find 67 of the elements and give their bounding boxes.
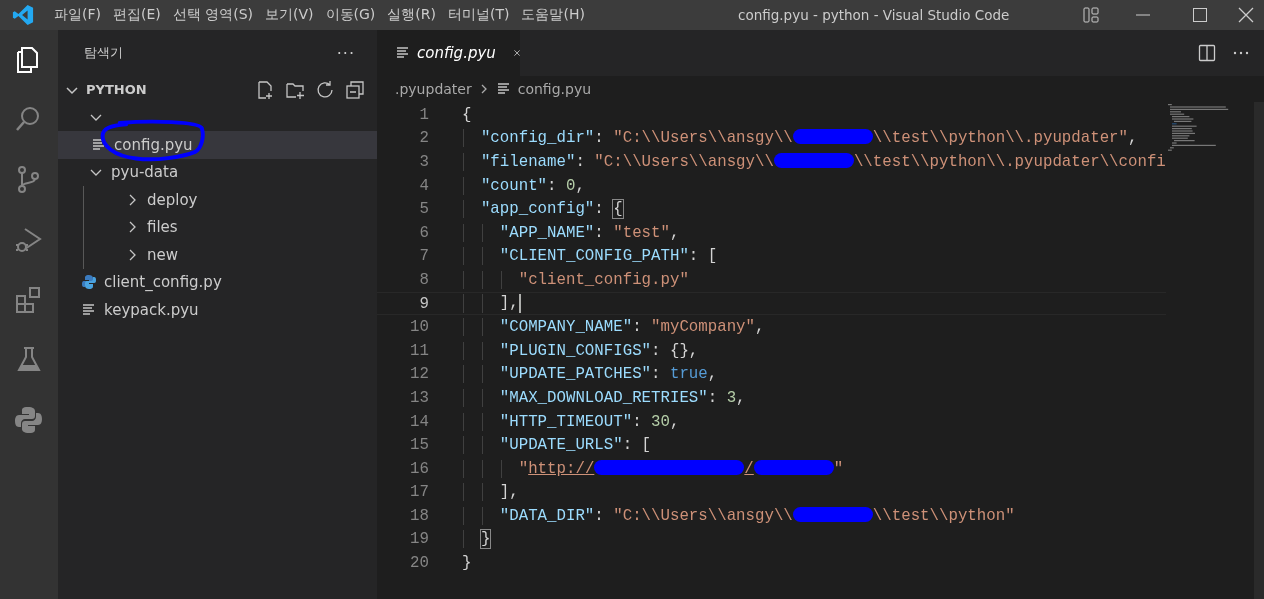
code-text: "MAX_DOWNLOAD_RETRIES": 3,: [498, 388, 746, 407]
code-text: ": [833, 459, 844, 478]
line-number: 2: [418, 129, 429, 148]
line-number: 11: [409, 341, 429, 360]
line-number: 15: [409, 436, 429, 455]
line-number: 8: [418, 270, 429, 289]
window-title: config.pyu - python - Visual Studio Code: [738, 7, 1010, 23]
menu-item[interactable]: 보기(V): [259, 6, 320, 24]
code-text: "filename": "C:\\Users\\ansgy\\: [479, 153, 774, 171]
line-number: 12: [409, 365, 429, 384]
code-text: "PLUGIN_CONFIGS": {},: [498, 341, 699, 360]
sidebar-title: 탐색기: [84, 44, 123, 62]
code-text: "COMPANY_NAME": "myCompany",: [498, 318, 765, 337]
code-text: "client_config.py": [517, 270, 689, 289]
menu-item[interactable]: 편집(E): [107, 6, 167, 24]
menu-item[interactable]: 선택 영역(S): [166, 6, 260, 24]
line-number: 10: [409, 318, 429, 337]
code-text: "UPDATE_PATCHES": true,: [498, 365, 718, 384]
line-number: 4: [418, 176, 429, 195]
tree-item[interactable]: keypack.pyu: [58, 296, 377, 324]
tree-item[interactable]: files: [84, 213, 377, 241]
code-text: \\test\\python\\.pyupdater",: [872, 129, 1138, 148]
tree-item[interactable]: config.pyu: [58, 131, 377, 159]
code-text: /: [744, 459, 754, 478]
line-number: 17: [409, 483, 429, 502]
breadcrumb-item[interactable]: .pyupdater: [395, 81, 472, 97]
code-text: ],: [498, 294, 519, 314]
tree-item[interactable]: new: [84, 241, 377, 269]
code-text: "CLIENT_CONFIG_PATH": [: [498, 247, 718, 266]
code-text: "app_config": {: [479, 200, 623, 219]
folder-section-header[interactable]: PYTHON: [58, 76, 377, 104]
editor-tab[interactable]: config.pyu: [377, 30, 520, 76]
line-number: 18: [409, 506, 429, 525]
line-number: 7: [418, 247, 429, 266]
tree-item[interactable]: pyu-data: [58, 158, 377, 186]
line-number: 1: [418, 105, 429, 124]
line-number: 6: [418, 223, 429, 242]
menu-item[interactable]: 이동(G): [319, 6, 382, 24]
code-text: "count": 0,: [479, 176, 585, 195]
more-actions[interactable]: ···: [336, 43, 355, 63]
line-number: 5: [418, 200, 429, 219]
code-text: ],: [498, 483, 519, 502]
tree-item[interactable]: deploy: [84, 186, 377, 214]
tree-item[interactable]: client_config.py: [58, 268, 377, 296]
code-text: "config_dir": "C:\\Users\\ansgy\\: [479, 129, 793, 148]
line-number: 9: [418, 294, 429, 313]
menu-item[interactable]: 실행(R): [381, 6, 442, 24]
menu-item[interactable]: 도움말(H): [515, 6, 591, 24]
code-text: \\test\\python": [872, 506, 1015, 525]
code-text: "UPDATE_URLS": [: [498, 436, 652, 455]
code-text: "http://: [517, 459, 595, 478]
code-text: }: [479, 530, 491, 549]
line-number: 13: [409, 388, 429, 407]
menu-item[interactable]: 터미널(T): [442, 6, 516, 24]
code-text: "DATA_DIR": "C:\\Users\\ansgy\\: [498, 506, 793, 525]
menu-item[interactable]: 파일(F): [48, 6, 107, 24]
line-number: 19: [409, 530, 429, 549]
code-text: "HTTP_TIMEOUT": 30,: [498, 412, 680, 431]
breadcrumb-item[interactable]: config.pyu: [517, 81, 592, 97]
line-number: 14: [409, 412, 429, 431]
code-text: \\test\\python\\.pyupdater\\confi: [853, 153, 1166, 171]
code-text: }: [462, 554, 472, 573]
line-number: 16: [409, 459, 429, 478]
code-text: "APP_NAME": "test",: [498, 223, 680, 242]
line-number: 3: [418, 153, 429, 171]
code-text: {: [462, 105, 472, 124]
line-number: 20: [409, 554, 429, 573]
